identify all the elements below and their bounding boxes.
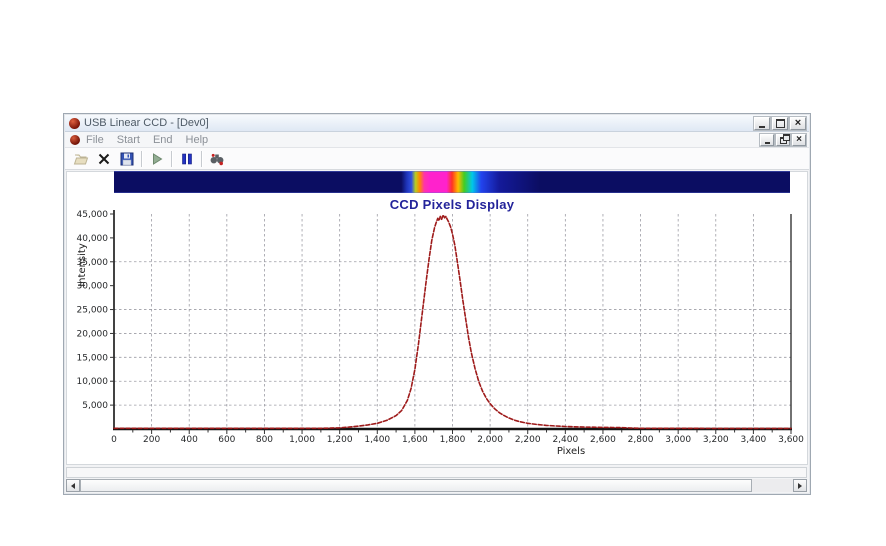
toolbar-separator xyxy=(171,150,172,167)
scrollbar-track[interactable] xyxy=(752,479,793,492)
scroll-right-button[interactable] xyxy=(793,479,807,492)
mdi-minimize-button[interactable] xyxy=(760,133,774,146)
svg-text:15,000: 15,000 xyxy=(77,353,109,363)
svg-text:25,000: 25,000 xyxy=(77,306,109,316)
ccd-spectrum-strip xyxy=(114,171,790,193)
svg-text:2,200: 2,200 xyxy=(515,435,541,445)
play-icon xyxy=(152,152,162,165)
status-strip xyxy=(66,467,807,478)
svg-text:2,400: 2,400 xyxy=(552,435,578,445)
save-button[interactable] xyxy=(116,149,137,168)
delete-button[interactable] xyxy=(93,149,114,168)
horizontal-scrollbar[interactable] xyxy=(66,479,807,492)
svg-text:3,600: 3,600 xyxy=(778,435,804,445)
svg-text:2,800: 2,800 xyxy=(628,435,654,445)
svg-text:Intensity: Intensity xyxy=(77,243,88,287)
mdi-close-button[interactable]: × xyxy=(792,133,806,146)
maximize-button[interactable] xyxy=(772,116,788,130)
close-icon: × xyxy=(794,116,802,129)
svg-text:1,200: 1,200 xyxy=(327,435,353,445)
arrow-right-icon xyxy=(798,482,805,489)
mdi-restore-button[interactable] xyxy=(776,133,790,146)
svg-text:1,800: 1,800 xyxy=(440,435,466,445)
svg-text:3,400: 3,400 xyxy=(741,435,767,445)
svg-text:Pixels: Pixels xyxy=(557,446,585,457)
svg-text:2,600: 2,600 xyxy=(590,435,616,445)
svg-text:200: 200 xyxy=(143,435,160,445)
svg-text:0: 0 xyxy=(111,435,117,445)
title-bar[interactable]: USB Linear CCD - [Dev0] × xyxy=(65,115,809,132)
minimize-icon xyxy=(759,125,765,128)
svg-text:1,600: 1,600 xyxy=(402,435,428,445)
app-icon xyxy=(69,117,80,129)
close-icon: × xyxy=(796,134,802,145)
open-file-button[interactable] xyxy=(70,149,91,168)
window-title: USB Linear CCD - [Dev0] xyxy=(84,117,209,129)
toolbar-separator xyxy=(201,150,202,167)
svg-text:45,000: 45,000 xyxy=(77,210,109,220)
start-acquisition-button[interactable] xyxy=(146,149,167,168)
menu-end[interactable]: End xyxy=(153,134,173,146)
device-search-button[interactable] xyxy=(206,149,227,168)
svg-text:5,000: 5,000 xyxy=(82,401,108,411)
menu-file[interactable]: File xyxy=(86,134,104,146)
scrollbar-thumb[interactable] xyxy=(80,479,752,492)
pause-icon xyxy=(181,153,192,164)
pause-acquisition-button[interactable] xyxy=(176,149,197,168)
svg-text:3,000: 3,000 xyxy=(665,435,691,445)
scroll-left-button[interactable] xyxy=(66,479,80,492)
minimize-button[interactable] xyxy=(754,116,770,130)
svg-text:400: 400 xyxy=(181,435,198,445)
svg-text:3,200: 3,200 xyxy=(703,435,729,445)
svg-text:2,000: 2,000 xyxy=(477,435,503,445)
menu-help[interactable]: Help xyxy=(186,134,209,146)
svg-text:600: 600 xyxy=(218,435,235,445)
mdi-window-controls: × xyxy=(760,133,806,146)
toolbar xyxy=(65,148,809,170)
svg-text:1,000: 1,000 xyxy=(289,435,315,445)
svg-text:10,000: 10,000 xyxy=(77,377,109,387)
restore-icon xyxy=(779,134,790,144)
menu-bar: File Start End Help × xyxy=(65,132,809,148)
delete-x-icon xyxy=(98,153,109,164)
ccd-pixels-chart: 0 200 400 600 800 1,000 1,200 1,400 1,600 1,800 2,… xyxy=(77,210,804,457)
menu-start[interactable]: Start xyxy=(117,134,140,146)
app-window: USB Linear CCD - [Dev0] × File Start End… xyxy=(63,113,811,495)
svg-text:1,400: 1,400 xyxy=(364,435,390,445)
save-floppy-icon xyxy=(120,152,133,165)
maximize-icon xyxy=(775,118,785,128)
close-button[interactable]: × xyxy=(790,116,806,130)
minimize-icon xyxy=(764,141,770,144)
arrow-left-icon xyxy=(68,482,75,489)
open-folder-icon xyxy=(73,154,88,164)
window-controls: × xyxy=(754,116,806,130)
binoculars-icon xyxy=(210,153,223,165)
svg-text:800: 800 xyxy=(256,435,273,445)
svg-text:40,000: 40,000 xyxy=(77,234,109,244)
toolbar-separator xyxy=(141,150,142,167)
document-icon xyxy=(70,134,80,145)
svg-text:20,000: 20,000 xyxy=(77,329,109,339)
